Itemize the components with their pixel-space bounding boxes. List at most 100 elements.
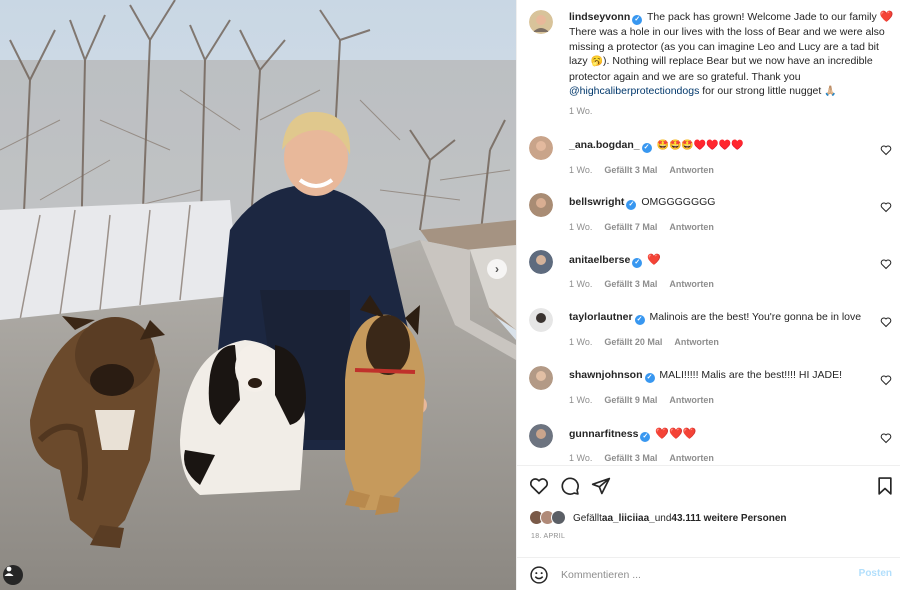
commenter-avatar[interactable] [529,250,553,274]
add-comment-bar: Posten [517,557,900,590]
comment-username[interactable]: anitaelberse [569,254,630,266]
comment-item: shawnjohnson ✓ MALI!!!!! Malis are the be… [517,366,900,416]
comment-likes[interactable]: Gefällt 3 Mal [604,279,657,289]
post-comment-button[interactable]: Posten [859,568,892,579]
verified-badge-icon: ✓ [632,258,643,268]
reply-button[interactable]: Antworten [669,165,714,175]
comment-item: anitaelberse ✓ ❤️ 1 Wo. Gefällt 3 Mal Antwo… [517,250,900,300]
reply-button[interactable]: Antworten [669,279,714,289]
comment-username[interactable]: bellswright [569,196,624,208]
comment-body: _ana.bogdan_ ✓ 🤩🤩🤩♥️♥️♥️♥️ [569,139,869,153]
commenter-avatar[interactable] [529,424,553,448]
bookmark-icon[interactable] [875,476,895,496]
comment-meta: 1 Wo. Gefällt 9 Mal Antworten [569,395,714,405]
tagged-users-button[interactable] [3,565,23,585]
comment-age[interactable]: 1 Wo. [569,279,592,289]
comment-meta: 1 Wo. Gefällt 20 Mal Antworten [569,337,719,347]
author-username[interactable]: lindseyvonn [569,11,630,23]
verified-badge-icon: ✓ [641,143,652,153]
comment-text: OMGGGGGGG [641,196,716,208]
comment-item: gunnarfitness ✓ ❤️❤️❤️ 1 Wo. Gefällt 3 Mal… [517,424,900,465]
like-comment-heart-icon[interactable] [880,374,892,386]
caption-text-1: The pack has grown! Welcome Jade to our … [647,11,880,23]
like-comment-heart-icon[interactable] [880,432,892,444]
verified-badge-icon: ✓ [640,432,651,442]
comment-body: gunnarfitness ✓ ❤️❤️❤️ [569,427,869,442]
comment-icon[interactable] [560,476,580,496]
likes-prefix: Gefällt [573,512,602,524]
comment-body: taylorlautner ✓ Malinois are the best! Yo… [569,311,869,325]
smiley-icon[interactable] [529,565,549,585]
commenter-avatar[interactable] [529,136,553,160]
comment-age[interactable]: 1 Wo. [569,337,592,347]
comment-text: Malinois are the best! You're gonna be i… [649,311,862,323]
comment-text: ❤️ [647,254,661,266]
comments-list[interactable]: lindseyvonn ✓ The pack has grown! Welcome… [517,0,900,465]
likes-user-link[interactable]: aa_liiciiaa_ [602,513,655,524]
reply-button[interactable]: Antworten [674,337,719,347]
post-sidebar: lindseyvonn ✓ The pack has grown! Welcome… [516,0,900,590]
post-photo[interactable]: › [0,0,516,590]
comment-likes[interactable]: Gefällt 7 Mal [604,222,657,232]
post-actions: Gefällt aa_liiciiaa_ und 43.111 weitere … [517,465,900,557]
reply-button[interactable]: Antworten [669,395,714,405]
commenter-avatar[interactable] [529,308,553,332]
heart-emoji: ❤️ [879,11,894,23]
post-caption: lindseyvonn ✓ The pack has grown! Welcome… [569,10,894,100]
likes-mid: und [654,512,672,524]
likes-count[interactable]: 43.111 weitere Personen [671,513,786,524]
comment-likes[interactable]: Gefällt 9 Mal [604,395,657,405]
pray-emoji: 🙏🏼 [824,86,837,97]
comment-username[interactable]: gunnarfitness [569,428,638,440]
comment-item: bellswright ✓ OMGGGGGGG 1 Wo. Gefällt 7 Ma… [517,193,900,243]
author-avatar[interactable] [529,10,553,34]
commenter-avatar[interactable] [529,366,553,390]
caption-mention-link[interactable]: @highcaliberprotectiondogs [569,85,699,97]
yawn-emoji: 🥱 [590,56,604,67]
like-comment-heart-icon[interactable] [880,258,892,270]
comment-age[interactable]: 1 Wo. [569,165,592,175]
comment-username[interactable]: shawnjohnson [569,369,643,381]
comment-meta: 1 Wo. Gefällt 3 Mal Antworten [569,453,714,463]
post-date[interactable]: 18. APRIL [531,533,565,540]
photo-illustration [0,0,516,590]
user-tag-icon [4,566,14,576]
comment-body: shawnjohnson ✓ MALI!!!!! Malis are the be… [569,369,869,383]
caption-timestamp[interactable]: 1 Wo. [569,106,592,116]
comment-text: ❤️❤️❤️ [655,428,697,440]
comment-item: taylorlautner ✓ Malinois are the best! Yo… [517,308,900,358]
comment-likes[interactable]: Gefällt 3 Mal [604,453,657,463]
heart-icon[interactable] [529,476,549,496]
like-comment-heart-icon[interactable] [880,316,892,328]
verified-badge-icon: ✓ [634,315,645,325]
commenter-avatar[interactable] [529,193,553,217]
comment-age[interactable]: 1 Wo. [569,395,592,405]
verified-badge-icon: ✓ [632,15,643,25]
reply-button[interactable]: Antworten [669,222,714,232]
comment-meta: 1 Wo. Gefällt 3 Mal Antworten [569,279,714,289]
paper-plane-icon[interactable] [591,476,611,496]
comment-body: bellswright ✓ OMGGGGGGG [569,196,869,210]
comment-username[interactable]: _ana.bogdan_ [569,139,640,151]
chevron-right-icon: › [495,262,499,276]
comment-meta: 1 Wo. Gefällt 7 Mal Antworten [569,222,714,232]
comment-meta: 1 Wo. Gefällt 3 Mal Antworten [569,165,714,175]
caption-text-3: ). Nothing will replace Bear but we now … [569,55,873,83]
like-comment-heart-icon[interactable] [880,144,892,156]
comment-input[interactable] [561,566,841,584]
comment-age[interactable]: 1 Wo. [569,453,592,463]
verified-badge-icon: ✓ [644,373,655,383]
comment-body: anitaelberse ✓ ❤️ [569,253,869,268]
next-image-button[interactable]: › [487,259,507,279]
comment-text: 🤩🤩🤩♥️♥️♥️♥️ [656,140,744,151]
comment-age[interactable]: 1 Wo. [569,222,592,232]
reply-button[interactable]: Antworten [669,453,714,463]
likes-summary[interactable]: Gefällt aa_liiciiaa_ und 43.111 weitere … [529,510,787,526]
comment-item: _ana.bogdan_ ✓ 🤩🤩🤩♥️♥️♥️♥️ 1 Wo. Gefällt 3… [517,136,900,186]
like-comment-heart-icon[interactable] [880,201,892,213]
comment-username[interactable]: taylorlautner [569,311,633,323]
comment-likes[interactable]: Gefällt 3 Mal [604,165,657,175]
comment-likes[interactable]: Gefällt 20 Mal [604,337,662,347]
liker-avatars [529,510,569,526]
caption-text-4: for our strong little nugget [699,85,825,97]
